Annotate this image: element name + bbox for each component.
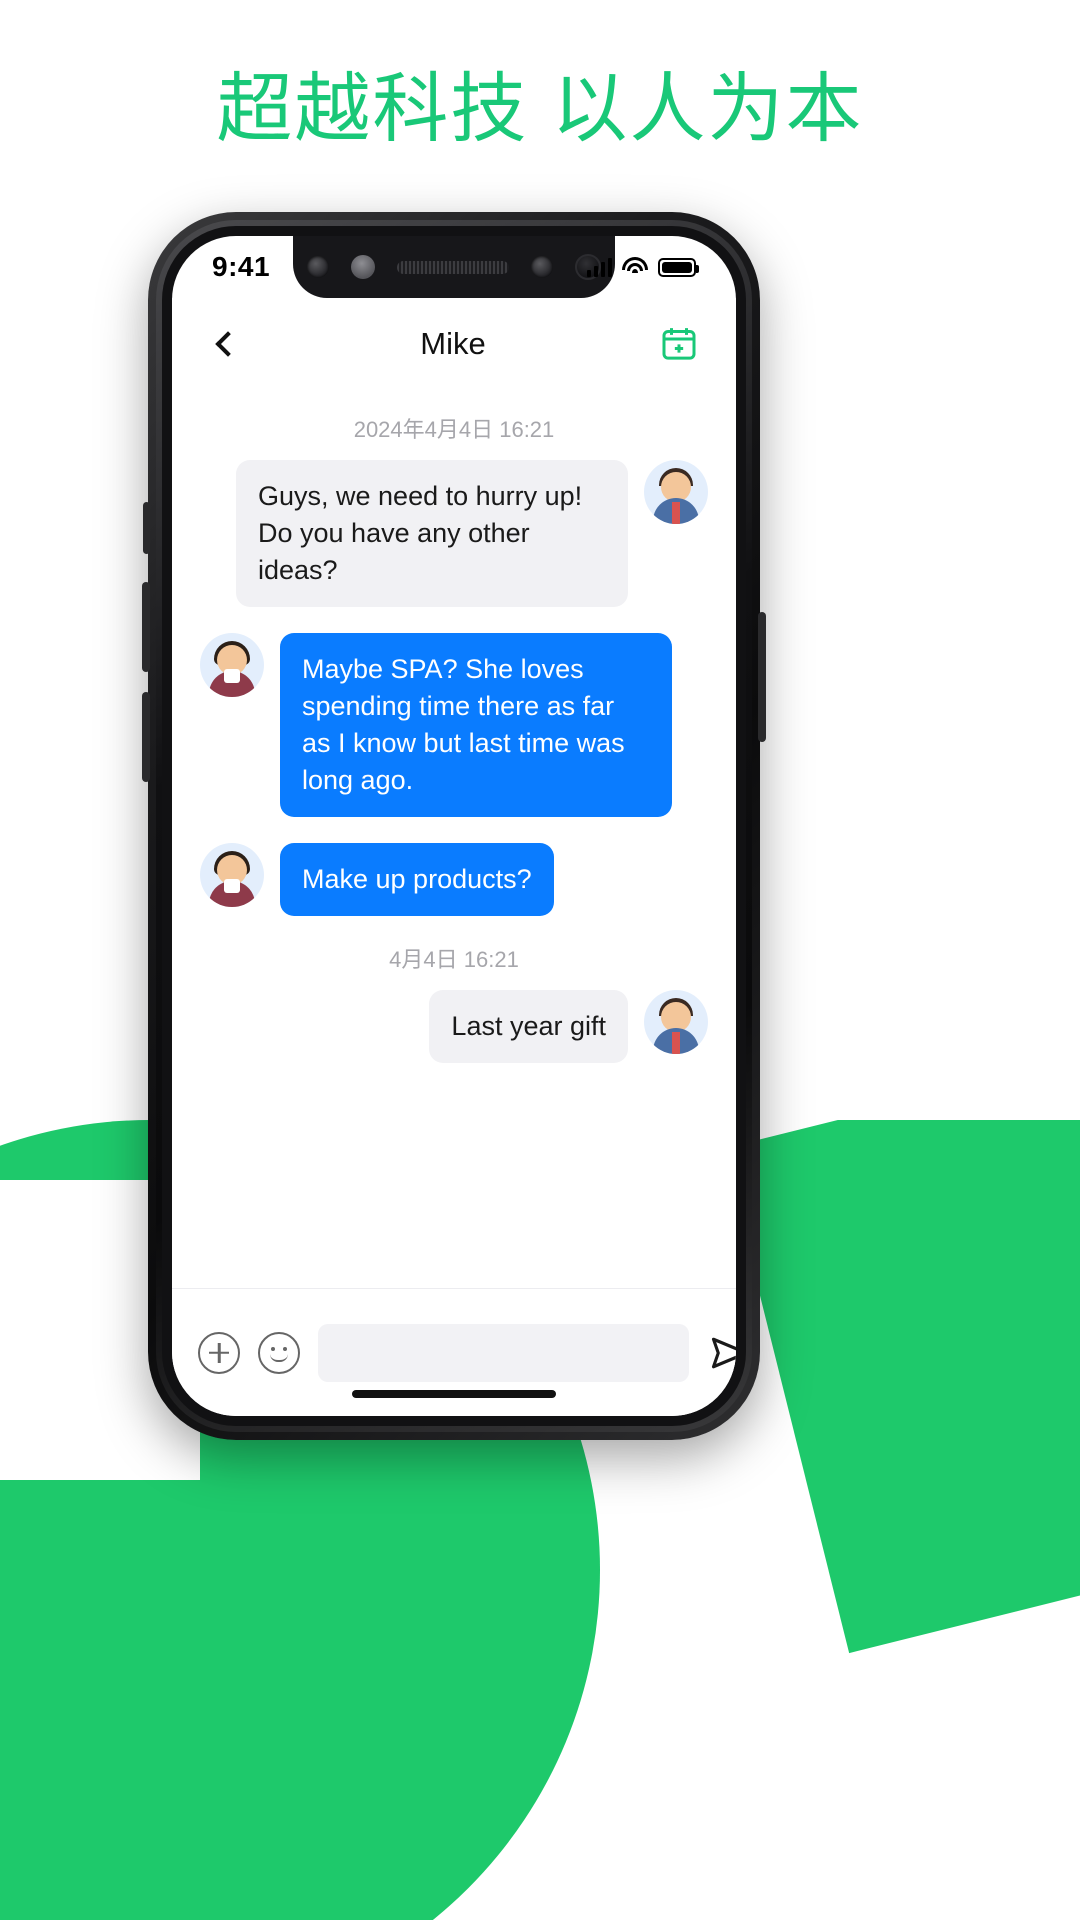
- message-row-incoming-1: Guys, we need to hurry up! Do you have a…: [200, 460, 708, 607]
- message-timestamp: 2024年4月4日 16:21: [353, 417, 555, 442]
- silent-switch[interactable]: [143, 502, 150, 554]
- send-button[interactable]: [707, 1330, 736, 1376]
- message-bubble[interactable]: Make up products?: [280, 843, 554, 916]
- calendar-add-button[interactable]: [656, 321, 702, 367]
- plus-circle-icon[interactable]: [198, 1331, 240, 1374]
- send-paper-plane-icon: [711, 1337, 736, 1368]
- message-row-outgoing-2: Make up products?: [200, 843, 708, 916]
- female-avatar[interactable]: [200, 633, 264, 697]
- back-button[interactable]: [206, 322, 250, 366]
- volume-up-button[interactable]: [142, 582, 150, 672]
- message-row-incoming-2: Last year gift: [200, 990, 708, 1063]
- message-bubble[interactable]: Guys, we need to hurry up! Do you have a…: [236, 460, 628, 607]
- background-block-decoration: [723, 1046, 1080, 1654]
- cellular-signal-icon: [587, 257, 612, 277]
- battery-full-icon: [658, 258, 699, 277]
- wifi-icon: [622, 257, 648, 277]
- message-list[interactable]: 2024年4月4日 16:21 Guys, we need to hurry u…: [172, 390, 736, 1288]
- status-bar: 9:41: [172, 236, 736, 298]
- smiley-face-icon[interactable]: [258, 1331, 300, 1374]
- phone-screen: 9:41 Mike 2024年4月4日 16:21 Guys, we need …: [172, 236, 736, 1416]
- female-avatar[interactable]: [200, 843, 264, 907]
- chat-title: Mike: [420, 326, 486, 361]
- calendar-add-icon: [662, 328, 696, 360]
- page-headline: 超越科技 以人为本: [216, 67, 864, 152]
- home-indicator[interactable]: [352, 1390, 556, 1398]
- message-row-outgoing-1: Maybe SPA? She loves spending time there…: [200, 633, 708, 817]
- status-time: 9:41: [212, 251, 271, 282]
- volume-down-button[interactable]: [142, 692, 150, 782]
- status-icon-group: [587, 257, 699, 277]
- male-avatar[interactable]: [644, 990, 708, 1054]
- chat-header: Mike: [172, 298, 736, 390]
- page-root: 超越科技 以人为本 9:41 Mike 2024年4月4日 16:21 Guys…: [0, 0, 1080, 1920]
- message-bubble[interactable]: Last year gift: [429, 990, 628, 1063]
- message-bubble[interactable]: Maybe SPA? She loves spending time there…: [280, 633, 672, 817]
- back-chevron-icon: [215, 331, 241, 357]
- power-button[interactable]: [758, 612, 766, 742]
- message-timestamp: 4月4日 16:21: [389, 947, 519, 972]
- phone-mockup: 9:41 Mike 2024年4月4日 16:21 Guys, we need …: [142, 212, 766, 1440]
- male-avatar[interactable]: [644, 460, 708, 524]
- message-input[interactable]: [318, 1323, 689, 1382]
